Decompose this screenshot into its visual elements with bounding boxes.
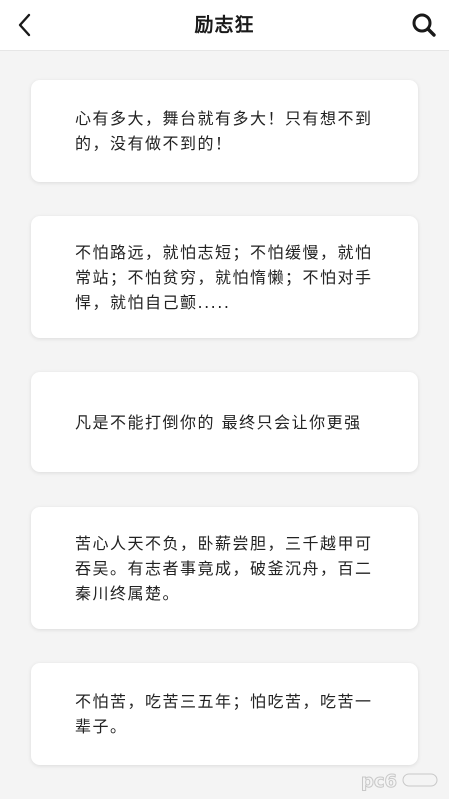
watermark-logo: pc6 <box>361 771 438 793</box>
quote-card[interactable]: 苦心人天不负，卧薪尝胆，三千越甲可吞吴。有志者事竟成，破釜沉舟，百二秦川终属楚。 <box>31 507 418 629</box>
quote-card[interactable]: 凡是不能打倒你的 最终只会让你更强 <box>31 372 418 472</box>
quote-card[interactable]: 不怕苦，吃苦三五年；怕吃苦，吃苦一辈子。 <box>31 663 418 765</box>
quote-text: 不怕苦，吃苦三五年；怕吃苦，吃苦一辈子。 <box>75 692 373 736</box>
quote-card[interactable]: 心有多大，舞台就有多大！只有想不到的，没有做不到的！ <box>31 80 418 182</box>
quote-text: 苦心人天不负，卧薪尝胆，三千越甲可吞吴。有志者事竟成，破釜沉舟，百二秦川终属楚。 <box>75 533 373 603</box>
quote-text: 不怕路远，就怕志短；不怕缓慢，就怕常站；不怕贫穷，就怕惰懒；不怕对手悍，就怕自己… <box>75 242 373 312</box>
search-button[interactable] <box>407 8 441 42</box>
quote-text: 凡是不能打倒你的 最终只会让你更强 <box>75 412 362 432</box>
search-icon <box>412 13 436 37</box>
top-bar: 励志狂 <box>0 0 449 51</box>
watermark-text: pc6 <box>361 771 397 792</box>
quote-text: 心有多大，舞台就有多大！只有想不到的，没有做不到的！ <box>75 109 373 153</box>
quote-card[interactable]: 不怕路远，就怕志短；不怕缓慢，就怕常站；不怕贫穷，就怕惰懒；不怕对手悍，就怕自己… <box>31 216 418 338</box>
page-title: 励志狂 <box>194 14 255 36</box>
